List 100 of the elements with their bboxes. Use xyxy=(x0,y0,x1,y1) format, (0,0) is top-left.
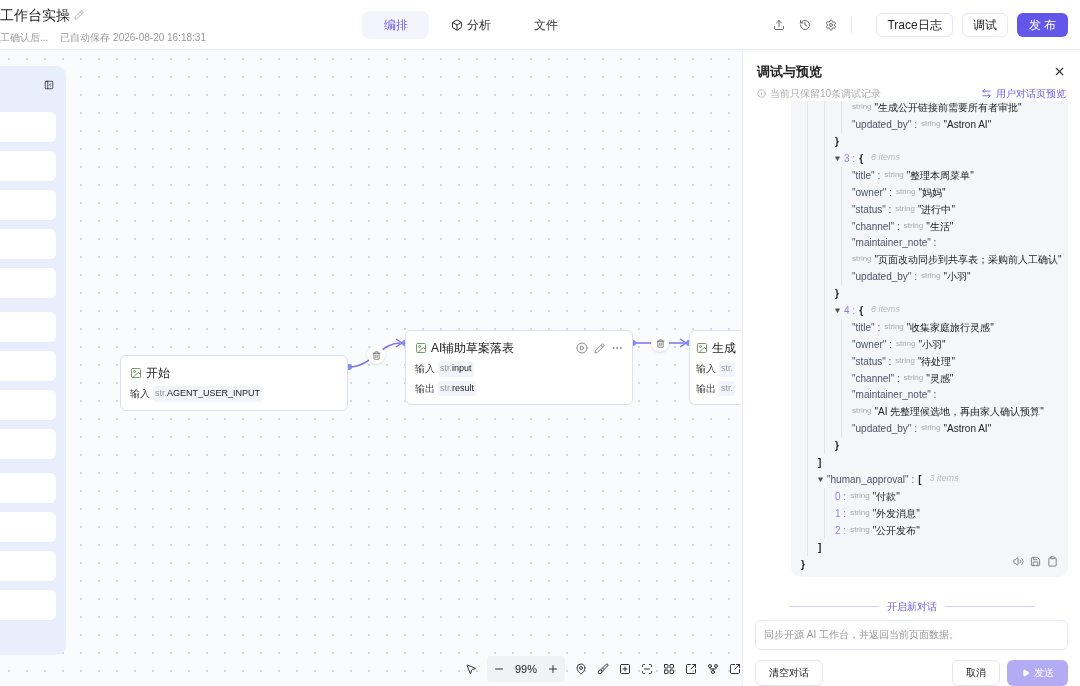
json-value: "外发消息" xyxy=(872,506,920,521)
json-value: "公开发布" xyxy=(872,523,920,538)
zoom-in-icon[interactable] xyxy=(547,663,560,675)
edit-icon[interactable] xyxy=(594,342,605,354)
type-label: string xyxy=(920,422,941,434)
bracket: } xyxy=(835,286,839,301)
json-key: "channel" : xyxy=(852,218,900,234)
location-icon[interactable] xyxy=(575,663,588,675)
tab[interactable]: 分析 xyxy=(437,10,504,39)
run-icon[interactable] xyxy=(576,342,588,354)
bracket: ] xyxy=(818,455,822,470)
preview-link[interactable]: 用户对话页预览 xyxy=(996,85,1066,101)
delete-edge-button[interactable] xyxy=(367,346,385,364)
brush-icon[interactable] xyxy=(597,663,610,675)
node-title: AI辅助草案落表 xyxy=(431,340,515,357)
json-key: "owner" : xyxy=(852,184,892,200)
type-label: string xyxy=(895,186,916,198)
new-chat-link[interactable]: 开启新对话 xyxy=(886,598,937,614)
grid-icon[interactable] xyxy=(663,663,676,675)
port-tag: str.input xyxy=(438,361,474,377)
json-key: "updated_by" : xyxy=(852,420,917,436)
json-value: "待处理" xyxy=(917,354,955,369)
json-key: "channel" : xyxy=(852,370,900,386)
json-value: "妈妈" xyxy=(918,185,946,200)
image-icon xyxy=(696,342,708,354)
save-icon[interactable] xyxy=(1030,555,1041,567)
cancel-button[interactable]: 取消 xyxy=(952,659,1000,686)
json-key: "status" : xyxy=(852,201,892,217)
workflow-node[interactable]: 生成 输入 str. 输出 str. xyxy=(689,330,741,405)
type-label: string xyxy=(884,169,904,181)
json-value: "进行中" xyxy=(917,202,955,217)
port-tag: str. xyxy=(719,380,735,396)
swap-icon[interactable] xyxy=(981,87,992,99)
export-icon[interactable] xyxy=(685,663,698,675)
clear-chat-button[interactable]: 清空对话 xyxy=(755,659,823,686)
workflow-node[interactable]: AI辅助草案落表 输入 str.input 输出 str.result xyxy=(405,330,633,405)
port-label: 输入 xyxy=(696,362,716,377)
copy-icon[interactable] xyxy=(1047,555,1058,567)
type-label: string xyxy=(852,405,872,417)
workflow-title: 工作台实操 xyxy=(0,5,70,25)
json-key: "maintainer_note" : xyxy=(852,387,937,402)
json-value: "Astron AI" xyxy=(943,117,992,132)
json-key: 1 : xyxy=(835,505,847,521)
json-key: "updated_by" : xyxy=(852,268,917,284)
json-value: "灵感" xyxy=(926,371,954,386)
upload-icon[interactable] xyxy=(773,18,786,31)
type-label: string xyxy=(920,270,941,282)
tab[interactable]: 文件 xyxy=(512,10,579,39)
json-key: "status" : xyxy=(852,353,892,369)
type-label: string xyxy=(884,321,904,333)
port-label: 输出 xyxy=(415,381,435,396)
bracket: } xyxy=(835,134,839,149)
settings-icon[interactable] xyxy=(825,18,838,31)
json-key[interactable]: "human_approval" : xyxy=(827,471,915,487)
type-label: string xyxy=(903,220,924,232)
json-value: "生成公开链接前需要所有者审批" xyxy=(874,100,1022,115)
history-note: 当前只保留10条调试记录 xyxy=(770,86,882,101)
tab[interactable]: 编排 xyxy=(362,10,429,39)
branch-icon[interactable] xyxy=(707,663,720,675)
bracket: } xyxy=(801,557,805,572)
info-icon xyxy=(757,88,766,98)
json-value: "小羽" xyxy=(918,337,946,352)
caret-icon[interactable] xyxy=(835,307,840,313)
fit-view-icon[interactable] xyxy=(641,663,654,675)
json-key: 0 : xyxy=(835,488,847,504)
bracket: { xyxy=(859,303,864,318)
autosave-status: 已自动保存 2026-08-20 16:18:31 xyxy=(60,30,206,45)
export-icon[interactable] xyxy=(729,663,742,675)
workflow-node[interactable]: 开始 输入 str.AGENT_USER_INPUT xyxy=(120,355,348,411)
header-button[interactable]: 调试 xyxy=(961,12,1008,37)
trash-icon xyxy=(655,338,665,348)
publish-button[interactable]: 发 布 xyxy=(1016,12,1068,37)
history-icon[interactable] xyxy=(799,18,812,31)
collapse-icon[interactable] xyxy=(44,80,54,90)
type-label: string xyxy=(895,355,915,367)
pointer-icon[interactable] xyxy=(465,663,477,675)
json-key: "title" : xyxy=(852,319,881,335)
type-label: string xyxy=(895,203,915,215)
image-icon xyxy=(130,367,142,379)
caret-icon[interactable] xyxy=(818,476,823,482)
type-label: string xyxy=(850,507,870,519)
json-value: "Astron AI" xyxy=(943,421,992,436)
node-title: 生成 xyxy=(712,340,736,357)
type-label: string xyxy=(852,101,872,113)
port-label: 输入 xyxy=(415,362,435,377)
json-value: "AI 先整理候选地，再由家人确认预算" xyxy=(874,404,1044,419)
json-key: "title" : xyxy=(852,167,881,183)
caret-icon[interactable] xyxy=(835,155,840,161)
trash-icon xyxy=(371,350,381,360)
type-label: string xyxy=(920,118,941,130)
add-node-icon[interactable] xyxy=(619,663,632,675)
type-label: string xyxy=(852,253,872,265)
play-icon xyxy=(1021,668,1030,677)
json-value: "付款" xyxy=(872,489,900,504)
delete-edge-button[interactable] xyxy=(651,334,669,352)
bracket: { xyxy=(859,151,864,166)
speaker-icon[interactable] xyxy=(1013,555,1024,567)
header-button[interactable]: Trace日志 xyxy=(876,12,953,37)
chat-input[interactable]: 同步开源 AI 工作台，并返回当前页面数据。 xyxy=(755,619,1068,650)
cube-icon xyxy=(450,18,463,31)
